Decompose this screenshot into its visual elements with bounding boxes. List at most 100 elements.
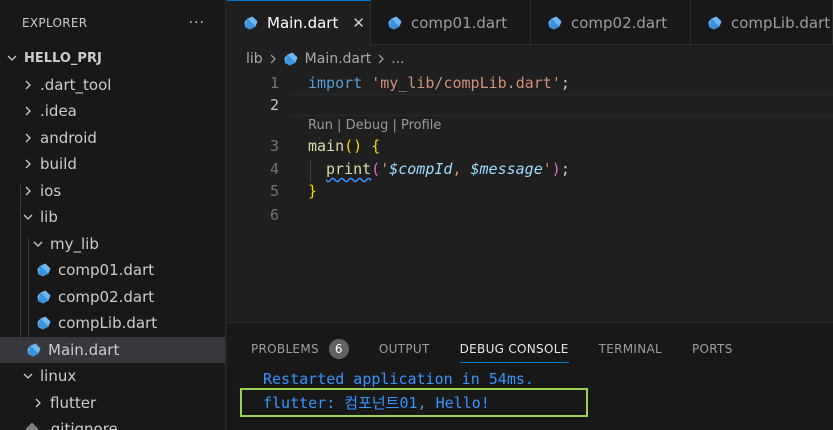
line-number: 3 (269, 137, 279, 155)
chevron-right-icon (30, 397, 46, 409)
explorer-title: EXPLORER (22, 16, 88, 30)
more-actions-icon[interactable]: ··· (189, 15, 205, 31)
tab-terminal[interactable]: TERMINAL (599, 335, 662, 363)
code-line-3: main() { (308, 135, 380, 157)
tree-folder[interactable]: android (0, 125, 225, 152)
semicolon: ; (560, 74, 570, 92)
dart-file-icon (36, 315, 52, 331)
tree-item-label: my_lib (50, 234, 99, 253)
interpolated-var: $compId (389, 160, 453, 178)
close-tab-icon[interactable]: ✕ (352, 14, 365, 32)
tree-item-label: compLib.dart (58, 314, 158, 333)
chevron-right-icon (20, 158, 36, 170)
tab-main-dart[interactable]: Main.dart ✕ (227, 0, 371, 45)
tree-item-label: .idea (40, 102, 77, 121)
tree-item-label: flutter (50, 393, 97, 412)
chevron-down-icon (20, 370, 36, 382)
keyword: import (308, 74, 363, 92)
panel-tabs: PROBLEMS 6 OUTPUT DEBUG CONSOLE TERMINAL… (251, 335, 763, 363)
indent-guide (310, 160, 311, 182)
tab-problems[interactable]: PROBLEMS 6 (251, 335, 349, 363)
tab-label: TERMINAL (598, 342, 663, 356)
chevron-right-icon (268, 54, 278, 64)
string-literal: 'my_lib/compLib.dart' (371, 74, 561, 92)
tree-file[interactable]: compLib.dart (0, 310, 225, 337)
chevron-down-icon (20, 211, 36, 223)
tab-label: compLib.dart (731, 13, 831, 32)
tree-file[interactable]: Main.dart (0, 336, 225, 363)
dart-file-icon (36, 289, 52, 305)
breadcrumb-folder[interactable]: lib (246, 51, 263, 67)
tab-complib-dart[interactable]: compLib.dart (691, 0, 833, 45)
codelens-run-debug-profile[interactable]: Run | Debug | Profile (308, 118, 441, 133)
tree-indent-guide (20, 185, 21, 345)
dart-file-icon (26, 342, 42, 358)
tree-item-label: Main.dart (48, 340, 120, 359)
tree-item-label: ios (40, 181, 62, 200)
code-line-4: print('$compId, $message'); (326, 158, 570, 180)
tab-debug-console[interactable]: DEBUG CONSOLE (459, 335, 569, 363)
tree-item-label: lib (40, 208, 58, 227)
tree-folder[interactable]: HELLO_PRJ (0, 45, 225, 72)
bottom-panel: PROBLEMS 6 OUTPUT DEBUG CONSOLE TERMINAL… (227, 322, 833, 430)
dart-file-icon (547, 15, 563, 31)
tree-item-label: comp01.dart (58, 261, 155, 280)
breadcrumb-file[interactable]: Main.dart (305, 51, 372, 67)
explorer-sidebar: EXPLORER ··· HELLO_PRJ .dart_tool .idea and… (0, 0, 226, 430)
chevron-right-icon (20, 79, 36, 91)
tree-folder[interactable]: lib (0, 204, 225, 231)
code-editor[interactable]: 1 2 3 4 5 6 import 'my_lib/compLib.dart'… (227, 72, 833, 322)
tab-ports[interactable]: PORTS (692, 335, 733, 363)
quote: ' (542, 160, 552, 178)
tree-item-label: HELLO_PRJ (24, 50, 102, 66)
tree-folder[interactable]: build (0, 151, 225, 178)
chevron-right-icon (376, 54, 386, 64)
line-number: 1 (269, 74, 279, 92)
tab-label: comp01.dart (411, 13, 508, 32)
breadcrumb-ellipsis[interactable]: ... (391, 51, 404, 67)
tree-item-label: linux (40, 367, 77, 386)
tree-folder[interactable]: linux (0, 363, 225, 390)
tab-output[interactable]: OUTPUT (379, 335, 430, 363)
tab-label: OUTPUT (378, 342, 430, 356)
function-call: print (326, 160, 372, 178)
open-brace: { (371, 137, 381, 155)
dart-file-icon (707, 15, 723, 31)
tree-folder[interactable]: .idea (0, 98, 225, 125)
dart-file-icon (36, 262, 52, 278)
line-number: 6 (269, 206, 279, 224)
tree-folder[interactable]: ios (0, 178, 225, 205)
tree-file[interactable]: comp02.dart (0, 284, 225, 311)
code-line-1: import 'my_lib/compLib.dart'; (308, 72, 570, 94)
paren: ( (371, 160, 381, 178)
semicolon: ; (560, 160, 570, 178)
highlight-annotation-box (240, 388, 588, 417)
tab-label: PROBLEMS (251, 342, 319, 356)
tree-folder[interactable]: .dart_tool (0, 72, 225, 99)
line-number: 4 (269, 160, 279, 178)
chevron-down-icon (30, 238, 46, 250)
chevron-right-icon (20, 132, 36, 144)
tree-folder[interactable]: my_lib (0, 231, 225, 258)
tree-file[interactable]: comp01.dart (0, 257, 225, 284)
close-brace: } (308, 182, 318, 200)
tree-item-label: comp02.dart (58, 287, 155, 306)
tree-item-label: .gitignore (46, 420, 118, 430)
explorer-header: EXPLORER ··· (0, 0, 225, 46)
tab-label: comp02.dart (571, 13, 668, 32)
current-line-highlight (290, 94, 833, 116)
tree-item-label: android (40, 128, 97, 147)
code-line-5: } (308, 180, 317, 202)
tree-file[interactable]: .gitignore (0, 416, 225, 430)
tab-comp01-dart[interactable]: comp01.dart (371, 0, 531, 45)
chevron-right-icon (20, 105, 36, 117)
string-literal: , (452, 160, 471, 178)
function-name: main (308, 137, 345, 155)
tab-comp02-dart[interactable]: comp02.dart (531, 0, 691, 45)
tree-folder[interactable]: flutter (0, 390, 225, 417)
breadcrumb: lib Main.dart ... (246, 46, 405, 72)
file-tree: HELLO_PRJ .dart_tool .idea android build ios l… (0, 45, 225, 430)
paren: ) (551, 160, 561, 178)
editor-tabs: Main.dart ✕ comp01.dart comp02.dart comp… (227, 0, 833, 45)
tree-item-label: .dart_tool (40, 75, 112, 94)
